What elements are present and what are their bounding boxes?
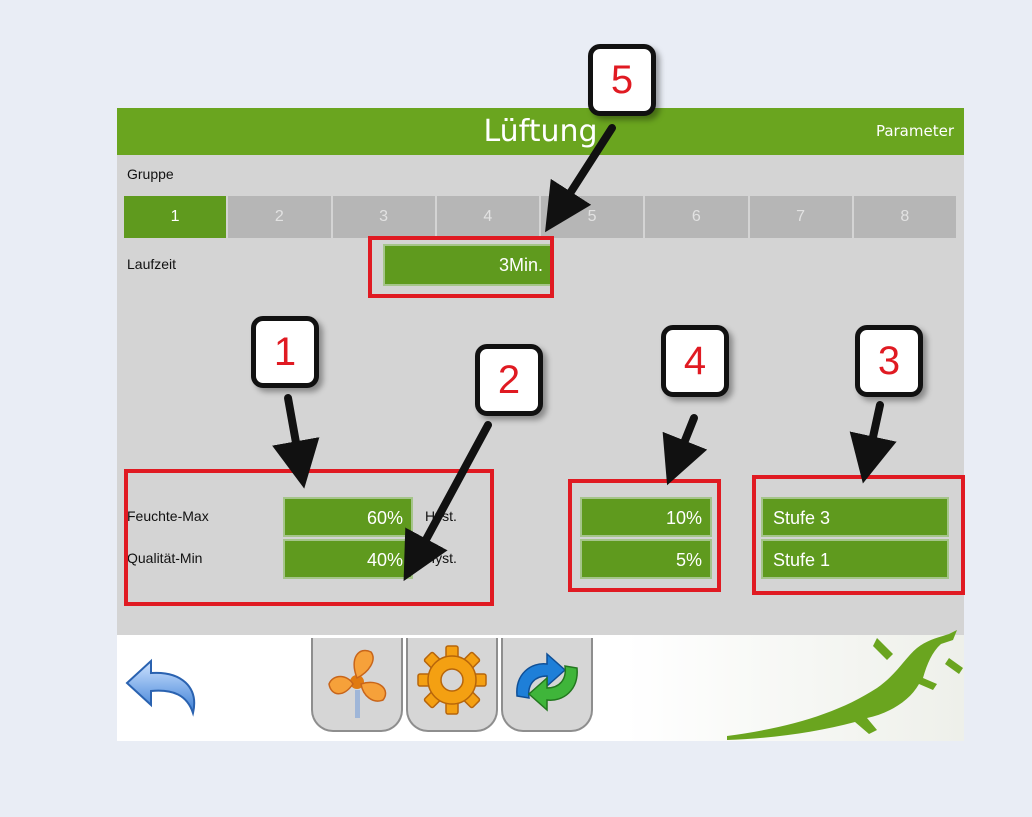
callout-5: 5 [588, 44, 656, 116]
callout-2: 2 [475, 344, 543, 416]
callout-4: 4 [661, 325, 729, 397]
callout-1: 1 [251, 316, 319, 388]
callout-3: 3 [855, 325, 923, 397]
